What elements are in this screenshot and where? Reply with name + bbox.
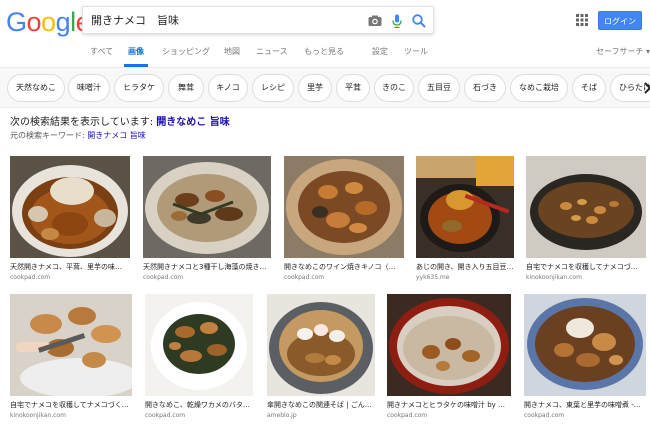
logo-letter: o [41,7,56,37]
header: Google 開きナメコ 旨味 ログイン すべて 画像 ショッピング 地図 [0,0,650,68]
image-result[interactable]: 開きナメコとヒラタケの味噌汁 by … cookpad.com [387,294,511,422]
original-prefix: 元の検索キーワード: [10,131,88,140]
search-input[interactable]: 開きナメコ 旨味 [91,12,179,28]
result-thumbnail[interactable] [10,156,130,258]
result-thumbnail[interactable] [10,294,132,396]
result-thumbnail[interactable] [143,156,271,258]
original-query-link[interactable]: 開きナメコ 旨味 [87,131,146,140]
chip[interactable]: 里芋 [298,74,332,102]
chip[interactable]: 平茸 [336,74,370,102]
chip[interactable]: きのこ [374,74,414,102]
tab-shopping[interactable]: ショッピング [162,46,210,57]
safesearch-menu[interactable]: セーフサーチ ▾ [596,46,650,57]
search-box[interactable]: 開きナメコ 旨味 [82,6,434,34]
spelling-correction: 次の検索結果を表示しています: 開きなめこ 旨味 [10,113,230,128]
result-source: ameblo.jp [267,412,297,419]
result-thumbnail[interactable] [145,294,253,396]
google-logo[interactable]: Google [6,7,91,38]
chip[interactable]: 舞茸 [168,74,204,102]
image-result[interactable]: あじの開き、開き入り五目豆… yyk635.me [416,156,514,284]
image-result[interactable]: 傘開きなめこの関連そば | ごん… ameblo.jp [267,294,375,422]
result-source: cookpad.com [387,412,428,419]
chip[interactable]: 五目豆 [418,74,460,102]
login-button[interactable]: ログイン [598,11,642,30]
chip[interactable]: そば [572,74,606,102]
result-caption[interactable]: 自宅でナメコを収穫してナメコづ… [526,262,646,272]
chip[interactable]: ヒラタケ [114,74,164,102]
result-thumbnail[interactable] [387,294,511,396]
tab-settings[interactable]: 設定 [372,46,388,57]
result-caption[interactable]: 傘開きなめこの関連そば | ごん… [267,400,375,410]
camera-icon[interactable] [367,13,383,29]
chip[interactable]: 天然なめこ [7,74,65,102]
result-caption[interactable]: 開きなめこ、乾燥ワカメのバタ… [145,400,253,410]
result-source: yyk635.me [416,274,450,281]
related-chips-bar: 天然なめこ 味噌汁 ヒラタケ 舞茸 キノコ レシピ 里芋 平茸 きのこ 五目豆 … [0,68,650,108]
tab-news[interactable]: ニュース [256,46,288,57]
result-caption[interactable]: 開きナメコ、東葉と里芋の味噌煮 -… [524,400,646,410]
chip[interactable]: キノコ [208,74,248,102]
tab-more[interactable]: もっと見る [304,46,344,57]
result-thumbnail[interactable] [416,156,514,258]
result-caption[interactable]: 天然開きナメコ、平茸、里芋の味… [10,262,130,272]
tab-images[interactable]: 画像 [128,46,144,57]
result-thumbnail[interactable] [267,294,375,396]
result-thumbnail[interactable] [284,156,404,258]
chevron-right-icon[interactable] [644,82,650,94]
apps-grid-icon[interactable] [576,14,588,26]
result-source: cookpad.com [524,412,565,419]
image-result[interactable]: 天然開きナメコと3種干し海藻の焼き… cookpad.com [143,156,271,284]
result-caption[interactable]: 開きなめこのワイン焼きキノコ（… [284,262,404,272]
result-source: cookpad.com [284,274,325,281]
result-source: cookpad.com [143,274,184,281]
logo-letter: o [26,7,42,37]
result-thumbnail[interactable] [524,294,646,396]
correction-prefix: 次の検索結果を表示しています: [10,117,157,128]
result-caption[interactable]: あじの開き、開き入り五目豆… [416,262,514,272]
tab-tools[interactable]: ツール [404,46,428,57]
result-source: kinokoonjikan.com [10,412,66,419]
result-thumbnail[interactable] [526,156,646,258]
result-caption[interactable]: 天然開きナメコと3種干し海藻の焼き… [143,262,271,272]
tab-all[interactable]: すべて [90,46,113,57]
search-icon[interactable] [411,13,427,29]
chip[interactable]: 味噌汁 [68,74,110,102]
logo-letter: G [6,7,27,37]
chip[interactable]: なめこ栽培 [510,74,568,102]
image-result[interactable]: 開きなめこのワイン焼きキノコ（… cookpad.com [284,156,404,284]
original-query: 元の検索キーワード: 開きナメコ 旨味 [10,130,146,141]
result-caption[interactable]: 自宅でナメコを収穫してナメコづく… [10,400,132,410]
image-result[interactable]: 天然開きナメコ、平茸、里芋の味… cookpad.com [10,156,130,284]
tab-maps[interactable]: 地図 [224,46,240,57]
microphone-icon[interactable] [389,13,405,29]
active-tab-indicator [124,64,148,67]
result-source: cookpad.com [145,412,186,419]
image-result[interactable]: 自宅でナメコを収穫してナメコづ… kinokoonjikan.com [526,156,646,284]
corrected-query-link[interactable]: 開きなめこ 旨味 [156,117,229,128]
image-result[interactable]: 開きなめこ、乾燥ワカメのバタ… cookpad.com [145,294,253,422]
result-source: cookpad.com [10,274,51,281]
image-result[interactable]: 開きナメコ、東葉と里芋の味噌煮 -… cookpad.com [524,294,646,422]
logo-letter: g [55,7,71,37]
result-caption[interactable]: 開きナメコとヒラタケの味噌汁 by … [387,400,511,410]
result-source: kinokoonjikan.com [526,274,582,281]
chip[interactable]: 石づき [464,74,506,102]
chip[interactable]: レシピ [252,74,294,102]
image-result[interactable]: 自宅でナメコを収穫してナメコづく… kinokoonjikan.com [10,294,132,422]
